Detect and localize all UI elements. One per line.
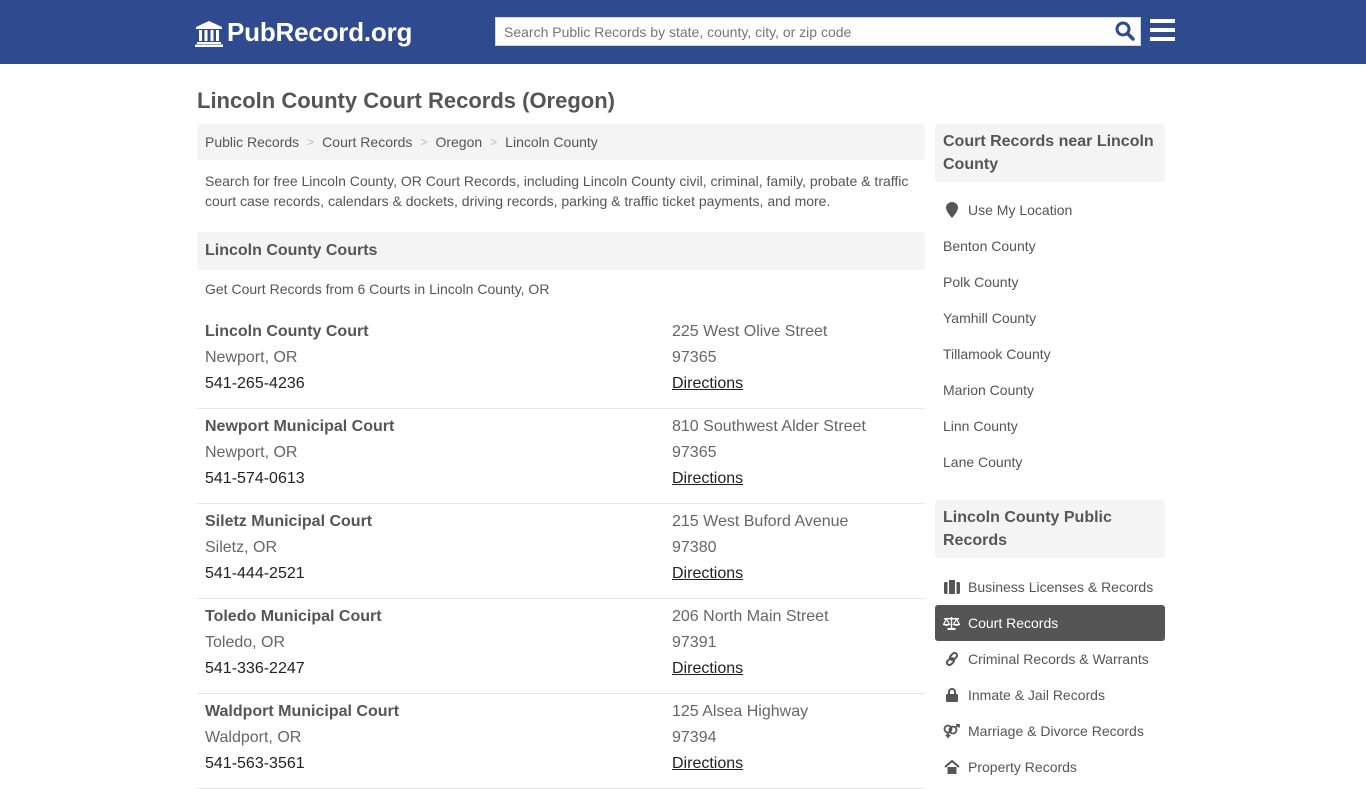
sidebar-item-criminal-records[interactable]: Criminal Records & Warrants <box>935 641 1165 677</box>
menu-bar <box>1150 28 1175 32</box>
page-title: Lincoln County Court Records (Oregon) <box>197 88 615 113</box>
courts-section-heading: Lincoln County Courts <box>197 232 925 270</box>
sidebar-item-marriage-records[interactable]: Marriage & Divorce Records <box>935 713 1165 749</box>
search-button[interactable] <box>1114 21 1136 43</box>
site-logo[interactable]: PubRecord.org <box>195 17 412 48</box>
court-phone: 541-336-2247 <box>205 660 305 677</box>
nearby-courts-heading: Court Records near Lincoln County <box>935 124 1165 182</box>
briefcase-icon <box>943 580 960 594</box>
court-item: Waldport Municipal Court Waldport, OR 54… <box>197 694 925 789</box>
sidebar-item-label: Criminal Records & Warrants <box>968 651 1149 667</box>
court-zip: 97391 <box>672 634 717 651</box>
public-records-list: Business Licenses & Records Court Record… <box>935 569 1165 785</box>
county-link-marion[interactable]: Marion County <box>935 372 1165 408</box>
court-name: Toledo Municipal Court <box>205 608 382 625</box>
court-zip: 97380 <box>672 539 717 556</box>
breadcrumb-public-records[interactable]: Public Records <box>205 134 299 150</box>
directions-link[interactable]: Directions <box>672 375 743 392</box>
logo-text: PubRecord.org <box>227 17 413 47</box>
sidebar-item-inmate-records[interactable]: Inmate & Jail Records <box>935 677 1165 713</box>
court-item: Newport Municipal Court Newport, OR 541-… <box>197 409 925 504</box>
home-icon <box>943 760 960 774</box>
search-icon <box>1115 21 1135 41</box>
court-name: Waldport Municipal Court <box>205 703 400 720</box>
top-navbar: PubRecord.org <box>0 0 1366 64</box>
menu-bar <box>1150 37 1175 41</box>
balance-scale-icon <box>943 617 960 630</box>
directions-link[interactable]: Directions <box>672 660 743 677</box>
county-link-linn[interactable]: Linn County <box>935 408 1165 444</box>
directions-link[interactable]: Directions <box>672 470 743 487</box>
court-name: Siletz Municipal Court <box>205 513 373 530</box>
lock-icon <box>945 688 958 702</box>
breadcrumb-separator: > <box>307 135 315 149</box>
court-item: Lincoln County Court Newport, OR 541-265… <box>197 314 925 409</box>
sidebar-item-business-licenses[interactable]: Business Licenses & Records <box>935 569 1165 605</box>
court-phone: 541-574-0613 <box>205 470 305 487</box>
courthouse-icon <box>195 20 223 47</box>
map-marker-icon <box>945 202 958 218</box>
venus-mars-icon <box>943 723 960 738</box>
sidebar-item-court-records[interactable]: Court Records <box>935 605 1165 641</box>
public-records-heading: Lincoln County Public Records <box>935 500 1165 558</box>
breadcrumb-separator: > <box>420 135 428 149</box>
court-city: Newport, OR <box>205 349 298 366</box>
court-name: Newport Municipal Court <box>205 418 395 435</box>
court-name: Lincoln County Court <box>205 323 369 340</box>
court-item: Toledo Municipal Court Toledo, OR 541-33… <box>197 599 925 694</box>
court-phone: 541-265-4236 <box>205 375 305 392</box>
court-address: 125 Alsea Highway <box>672 703 809 720</box>
county-link-tillamook[interactable]: Tillamook County <box>935 336 1165 372</box>
search-box <box>495 17 1141 46</box>
sidebar-item-label: Business Licenses & Records <box>968 579 1154 595</box>
breadcrumb-lincoln-county[interactable]: Lincoln County <box>505 134 598 150</box>
directions-link[interactable]: Directions <box>672 565 743 582</box>
sidebar-item-label: Marriage & Divorce Records <box>968 723 1144 739</box>
menu-bar <box>1150 19 1175 23</box>
court-phone: 541-444-2521 <box>205 565 305 582</box>
hamburger-menu-button[interactable] <box>1150 19 1176 43</box>
county-link-polk[interactable]: Polk County <box>935 264 1165 300</box>
county-link-lane[interactable]: Lane County <box>935 444 1165 480</box>
court-zip: 97394 <box>672 729 717 746</box>
intro-text: Search for free Lincoln County, OR Court… <box>205 173 909 209</box>
sidebar-item-label: Inmate & Jail Records <box>968 687 1105 703</box>
court-address: 215 West Buford Avenue <box>672 513 849 530</box>
court-address: 225 West Olive Street <box>672 323 828 340</box>
sidebar-item-property-records[interactable]: Property Records <box>935 749 1165 785</box>
courts-count-text: Get Court Records from 6 Courts in Linco… <box>205 281 550 297</box>
court-item: Siletz Municipal Court Siletz, OR 541-44… <box>197 504 925 599</box>
breadcrumb: Public Records > Court Records > Oregon … <box>197 124 925 160</box>
breadcrumb-court-records[interactable]: Court Records <box>322 134 412 150</box>
county-link-benton[interactable]: Benton County <box>935 228 1165 264</box>
breadcrumb-separator: > <box>490 135 498 149</box>
court-city: Toledo, OR <box>205 634 286 651</box>
court-zip: 97365 <box>672 444 717 461</box>
courts-list: Lincoln County Court Newport, OR 541-265… <box>197 314 925 789</box>
court-address: 810 Southwest Alder Street <box>672 418 866 435</box>
court-city: Siletz, OR <box>205 539 278 556</box>
court-zip: 97365 <box>672 349 717 366</box>
court-city: Waldport, OR <box>205 729 302 746</box>
search-input[interactable] <box>496 18 1106 45</box>
sidebar-item-label: Property Records <box>968 759 1077 775</box>
sidebar-item-label: Court Records <box>968 615 1059 631</box>
directions-link[interactable]: Directions <box>672 755 743 772</box>
county-link-yamhill[interactable]: Yamhill County <box>935 300 1165 336</box>
use-my-location-link[interactable]: Use My Location <box>935 192 1165 228</box>
use-my-location-label: Use My Location <box>968 202 1073 218</box>
court-phone: 541-563-3561 <box>205 755 305 772</box>
nearby-counties-list: Use My Location Benton County Polk Count… <box>935 192 1165 480</box>
court-address: 206 North Main Street <box>672 608 829 625</box>
link-icon <box>945 652 958 666</box>
court-city: Newport, OR <box>205 444 298 461</box>
breadcrumb-oregon[interactable]: Oregon <box>435 134 482 150</box>
